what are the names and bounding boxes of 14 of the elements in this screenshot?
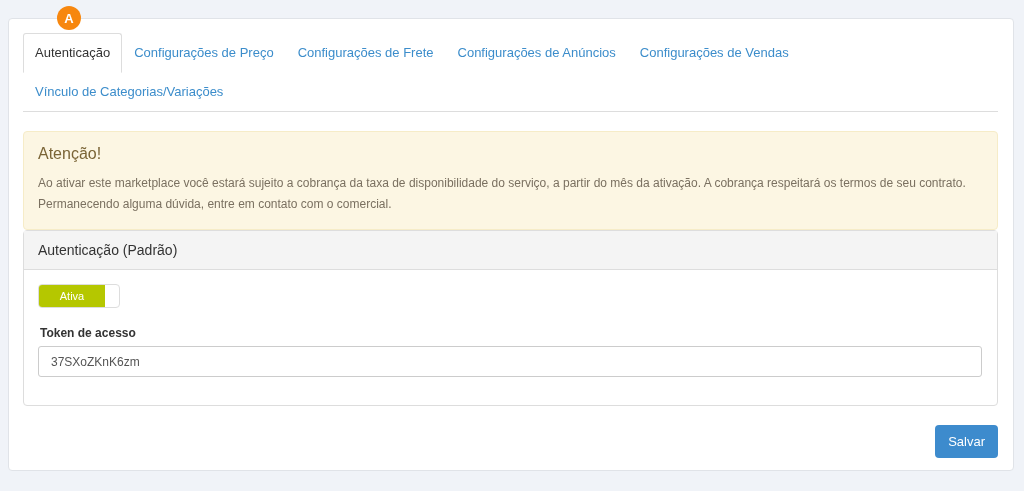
panel-title: Autenticação (Padrão) [24, 231, 997, 270]
alert-title: Atenção! [38, 145, 103, 163]
tab[interactable]: Autenticação [23, 33, 123, 73]
tab[interactable]: Configurações de Vendas [627, 33, 801, 73]
field-label: Token de acesso [40, 326, 137, 340]
tab[interactable]: Vínculo de Categorias/Variações [23, 72, 236, 112]
alert-text: Ao ativar este marketplace você estará sujeito a cobrança da taxa de disponibilidade do serviço, a partir do mês da ativação. A cobrança respeitará os termos de seu contrato. Permanecendo alguma dúvida, entre em contato com o comercial. [38, 175, 967, 213]
toggle-switch[interactable]: Ativa [38, 284, 120, 308]
step-badge: A [57, 6, 81, 30]
tab[interactable]: Configurações de Anúncios [445, 33, 628, 73]
token-field[interactable]: 37SXoZKnK6zm [38, 346, 982, 377]
tab[interactable]: Configurações de Preço [122, 33, 286, 73]
tab[interactable]: Configurações de Frete [285, 33, 446, 73]
save-button[interactable]: Salvar [935, 425, 998, 458]
